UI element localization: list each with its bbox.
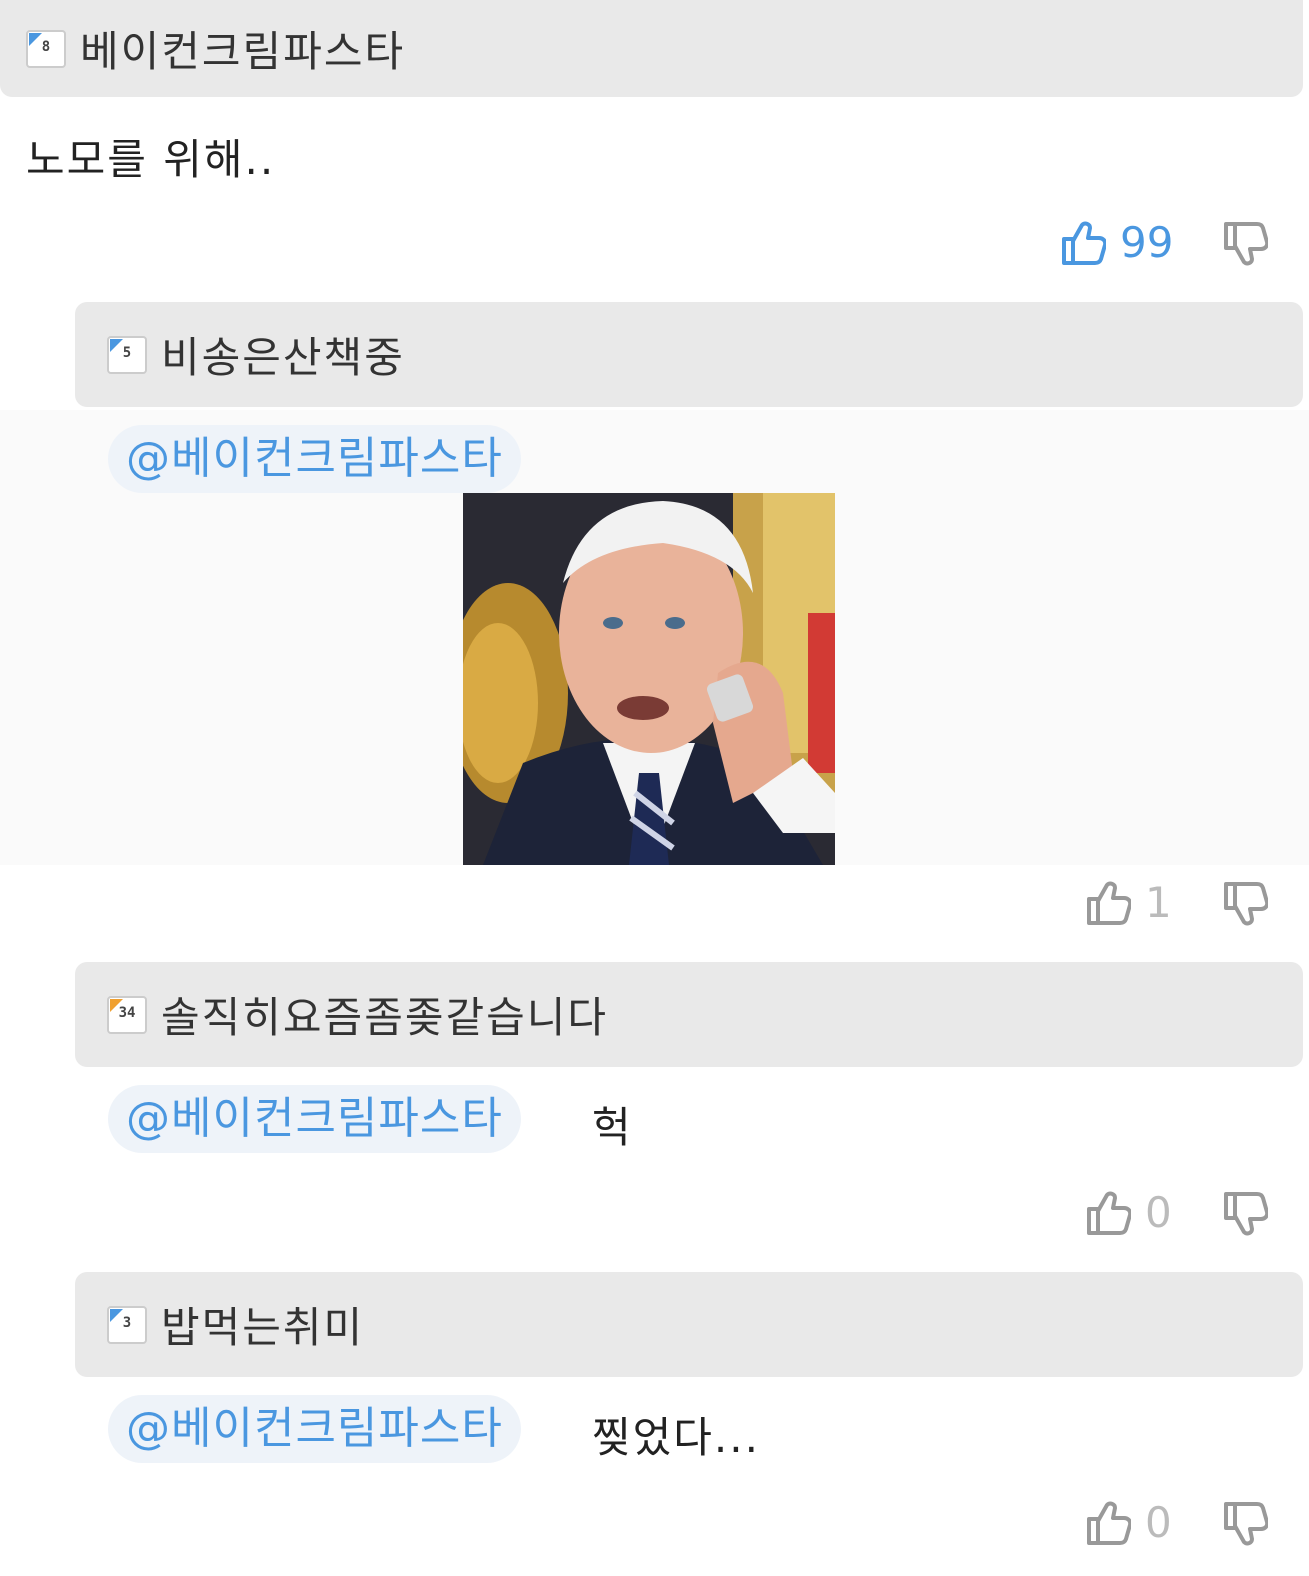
level-number: 34: [118, 1004, 136, 1021]
level-number: 8: [41, 38, 51, 55]
thumbs-down-icon[interactable]: [1222, 880, 1268, 928]
thumbs-down-icon[interactable]: [1222, 1500, 1268, 1548]
like-count: 0: [1145, 1188, 1172, 1237]
level-number: 3: [122, 1314, 132, 1331]
thumbs-up-icon: [1062, 221, 1106, 265]
like-button[interactable]: 99: [1060, 218, 1173, 267]
level-number: 5: [122, 344, 132, 361]
like-count: 99: [1120, 218, 1174, 267]
mention-tag[interactable]: @베이컨크림파스타: [108, 1395, 521, 1463]
like-count: 1: [1145, 878, 1172, 927]
comment-author[interactable]: 솔직히요즘좀좆같습니다: [161, 984, 608, 1045]
comment-text: 찢었다...: [592, 1413, 760, 1462]
level-badge-icon: 34: [107, 995, 147, 1034]
comment-header: 3 밥먹는취미: [75, 1272, 1303, 1377]
comment-header: 8 베이컨크림파스타: [0, 0, 1303, 97]
thumbs-down-icon[interactable]: [1222, 1190, 1268, 1238]
comment-text: 노모를 위해..: [26, 135, 276, 184]
comment-author[interactable]: 베이컨크림파스타: [80, 18, 405, 79]
thumbs-up-icon: [1087, 881, 1131, 925]
like-button[interactable]: 1: [1085, 878, 1195, 927]
mention-tag[interactable]: @베이컨크림파스타: [108, 425, 521, 493]
like-button[interactable]: 0: [1085, 1498, 1195, 1547]
comment-text: 헉: [592, 1103, 633, 1152]
attached-image[interactable]: [463, 493, 835, 865]
thumbs-up-icon: [1087, 1501, 1131, 1545]
thumbs-down-icon[interactable]: [1222, 220, 1268, 268]
thumbs-up-icon: [1087, 1191, 1131, 1235]
level-badge-icon: 5: [107, 335, 147, 374]
like-button[interactable]: 0: [1085, 1188, 1195, 1237]
comment-header: 34 솔직히요즘좀좆같습니다: [75, 962, 1303, 1067]
comment-header: 5 비송은산책중: [75, 302, 1303, 407]
comment-author[interactable]: 밥먹는취미: [161, 1294, 364, 1355]
level-badge-icon: 8: [26, 29, 66, 68]
level-badge-icon: 3: [107, 1305, 147, 1344]
like-count: 0: [1145, 1498, 1172, 1547]
mention-tag[interactable]: @베이컨크림파스타: [108, 1085, 521, 1153]
comment-author[interactable]: 비송은산책중: [161, 324, 405, 385]
